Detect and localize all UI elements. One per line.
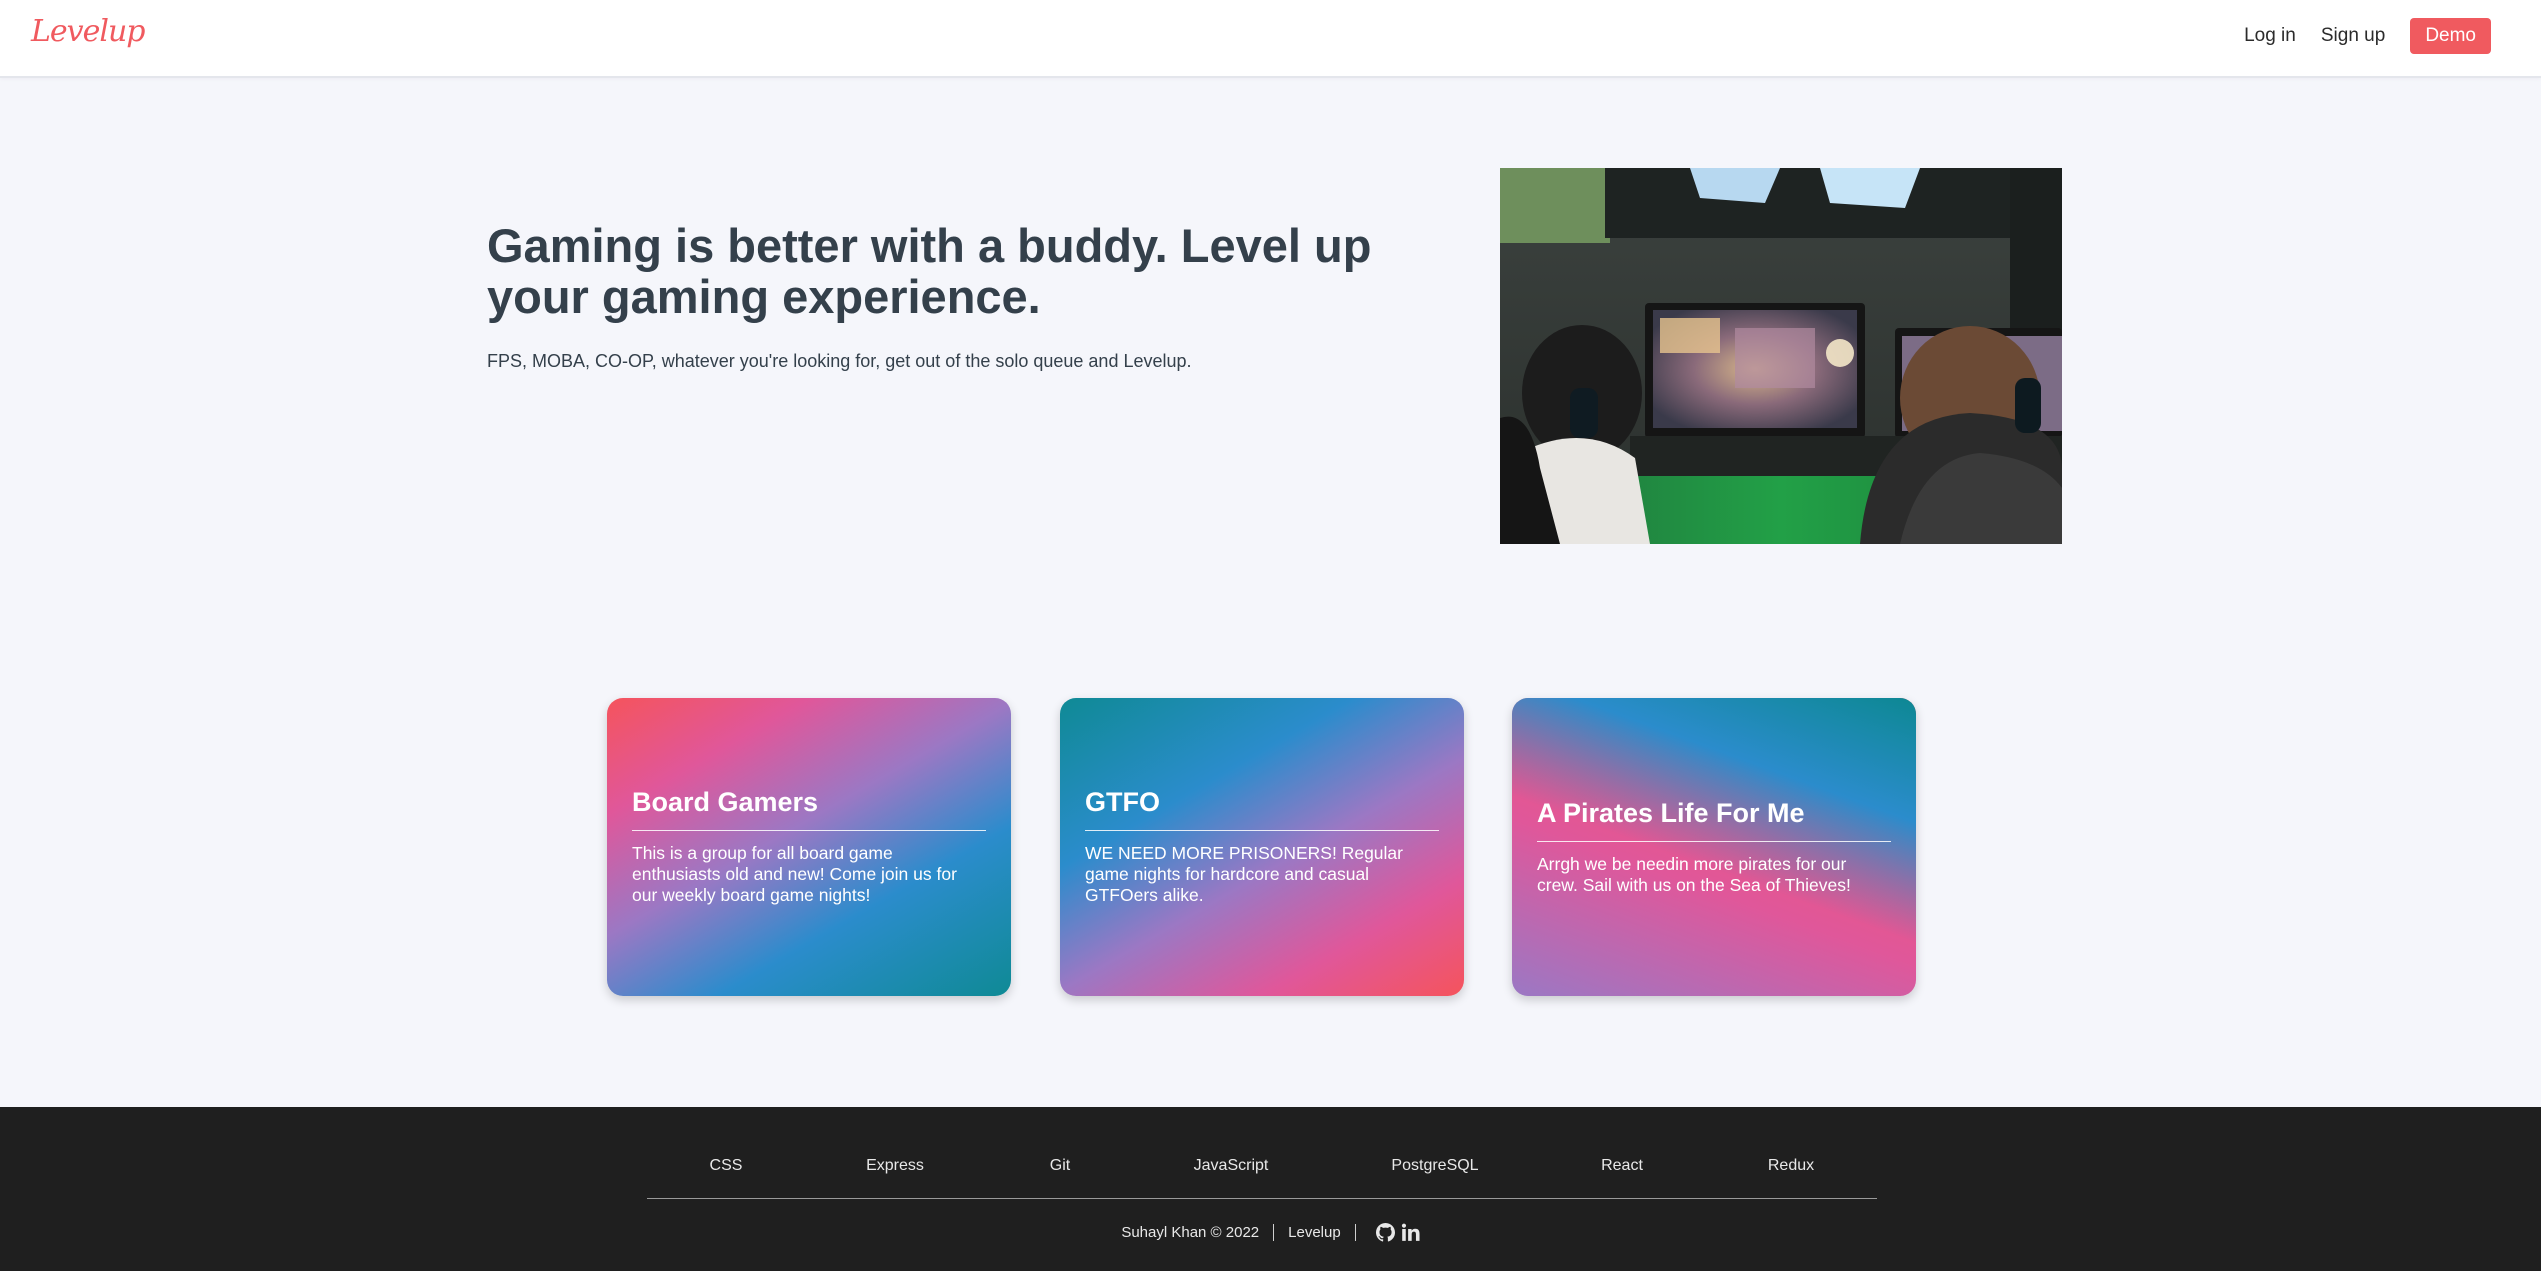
- linkedin-icon[interactable]: [1401, 1223, 1420, 1242]
- signup-link[interactable]: Sign up: [2321, 25, 2385, 47]
- card-title: Board Gamers: [632, 787, 986, 831]
- navbar: Levelup Log in Sign up Demo: [0, 0, 2541, 78]
- footer-divider: [647, 1198, 1877, 1199]
- card-description: This is a group for all board game enthu…: [632, 843, 957, 905]
- technology-list: CSS Express Git JavaScript PostgreSQL Re…: [647, 1157, 1877, 1181]
- group-card-gtfo[interactable]: GTFO WE NEED MORE PRISONERS! Regular gam…: [1060, 698, 1464, 996]
- group-card-pirates-life[interactable]: A Pirates Life For Me Arrgh we be needin…: [1512, 698, 1916, 996]
- nav-links: Log in Sign up Demo: [2244, 18, 2491, 54]
- footer-separator: [1354, 1224, 1356, 1241]
- tech-javascript: JavaScript: [1193, 1157, 1269, 1174]
- tech-redux: Redux: [1767, 1157, 1815, 1174]
- footer-separator: [1273, 1224, 1275, 1241]
- card-description: WE NEED MORE PRISONERS! Regular game nig…: [1085, 843, 1403, 905]
- footer-app-name: Levelup: [1288, 1224, 1341, 1241]
- tech-react: React: [1601, 1157, 1643, 1174]
- logo-link[interactable]: Levelup: [31, 14, 145, 49]
- card-description: Arrgh we be needin more pirates for our …: [1537, 854, 1851, 895]
- tech-css: CSS: [709, 1157, 743, 1174]
- card-title: GTFO: [1085, 787, 1439, 831]
- hero-subtitle: FPS, MOBA, CO-OP, whatever you're lookin…: [487, 351, 1192, 371]
- login-link[interactable]: Log in: [2244, 25, 2296, 47]
- footer: CSS Express Git JavaScript PostgreSQL Re…: [0, 1107, 2541, 1271]
- footer-bottom: Suhayl Khan © 2022 Levelup: [0, 1223, 2541, 1242]
- demo-button[interactable]: Demo: [2410, 18, 2491, 54]
- footer-credit: Suhayl Khan © 2022: [1121, 1224, 1260, 1241]
- tech-postgresql: PostgreSQL: [1391, 1157, 1479, 1174]
- tech-git: Git: [1049, 1157, 1071, 1174]
- card-title: A Pirates Life For Me: [1537, 798, 1891, 842]
- tech-express: Express: [866, 1157, 924, 1174]
- group-card-board-gamers[interactable]: Board Gamers This is a group for all boa…: [607, 698, 1011, 996]
- github-icon[interactable]: [1375, 1223, 1395, 1242]
- hero-gaming-image: [1500, 168, 2062, 544]
- hero-title: Gaming is better with a buddy. Level up …: [487, 219, 1372, 323]
